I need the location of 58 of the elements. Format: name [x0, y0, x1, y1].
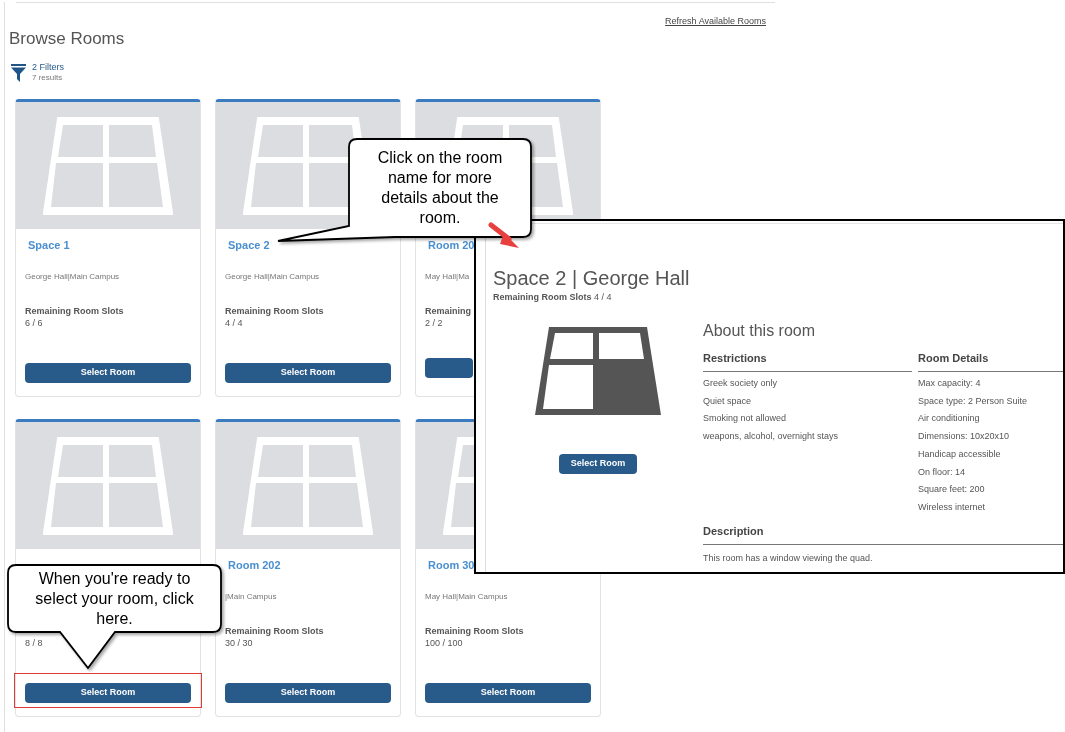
detail-item: Max capacity: 4 [918, 377, 982, 390]
detail-item: Smoking not allowed [703, 412, 788, 426]
select-room-button[interactable]: Select Room [225, 362, 391, 383]
detail-item: On floor: 14 [918, 465, 967, 479]
section-heading: Restrictions [703, 352, 767, 364]
slots-label: Remaining Room Slots [425, 625, 524, 637]
detail-item: Space type: 2 Person Suite [918, 394, 1029, 408]
page-title: Browse Rooms [9, 28, 125, 50]
slots-label: Remaining Room Slots [25, 305, 124, 317]
detail-item: Quiet space [703, 394, 753, 408]
room-name-link[interactable]: Room 20 [425, 238, 475, 252]
room-name-link[interactable]: Room 202 [225, 558, 281, 572]
slots-count: 6 / 6 [25, 317, 43, 329]
room-name-link[interactable]: Room 30 [425, 558, 475, 572]
room-location: George Hall|Main Campus [25, 272, 120, 282]
section-heading: Description [703, 524, 764, 537]
callout-text: Click on the room name for more details about the room. [376, 148, 504, 228]
slots-count: 100 / 100 [425, 637, 463, 649]
slots-count: 4 / 4 [225, 317, 243, 329]
results-count: 7 results [32, 73, 64, 83]
slots-label: Remaining Room Slots [225, 305, 324, 317]
slots-count: 8 / 8 [25, 637, 43, 649]
slots-count: 2 / 2 [425, 317, 443, 329]
room-location: |Main Campus [225, 592, 277, 602]
detail-item: Dimensions: 10x20x10 [918, 430, 1011, 444]
refresh-link[interactable]: Refresh Available Rooms [665, 15, 766, 27]
select-room-button[interactable]: Select Room [559, 454, 637, 474]
slots-label: Remaining [425, 305, 471, 317]
floor-plan-icon [43, 116, 173, 215]
slots-label: Remaining Room Slots [225, 625, 324, 637]
detail-slots: Remaining Room Slots 4 / 4 [493, 291, 1063, 303]
room-name-link[interactable]: Space 2 [225, 238, 270, 252]
callout-text: When you're ready to select your room, click here. [34, 568, 195, 629]
section-heading: Room Details [918, 352, 989, 364]
detail-item: Square feet: 200 [918, 483, 986, 497]
floor-plan-icon [43, 436, 173, 535]
detail-item: Handicap accessible [918, 447, 1002, 461]
slots-count: 30 / 30 [225, 637, 253, 649]
floor-plan-icon [243, 436, 373, 535]
detail-item: Air conditioning [918, 412, 981, 426]
room-location: May Hall|Main Campus [425, 592, 508, 602]
floor-plan-icon [535, 327, 661, 415]
detail-title: Space 2 | George Hall [493, 266, 691, 291]
select-room-button[interactable]: Select Room [25, 682, 191, 703]
description-text: This room has a window viewing the quad. [703, 551, 874, 564]
detail-item: Greek society only [703, 377, 779, 390]
detail-item: Wireless internet [918, 500, 987, 514]
select-room-button[interactable]: Select Room [225, 682, 391, 703]
detail-item: weapons, alcohol, overnight stays [703, 430, 840, 444]
filter-icon[interactable] [11, 63, 26, 82]
select-room-button[interactable]: Select Room [425, 682, 591, 703]
room-location: May Hall|Ma [425, 272, 470, 282]
room-location: George Hall|Main Campus [225, 272, 320, 282]
pointer-arrow [488, 222, 519, 248]
room-name-link[interactable]: Space 1 [25, 238, 70, 252]
about-heading: About this room [703, 321, 817, 341]
select-room-button[interactable]: Select Room [25, 362, 191, 383]
filters-link[interactable]: 2 Filters [32, 62, 64, 73]
